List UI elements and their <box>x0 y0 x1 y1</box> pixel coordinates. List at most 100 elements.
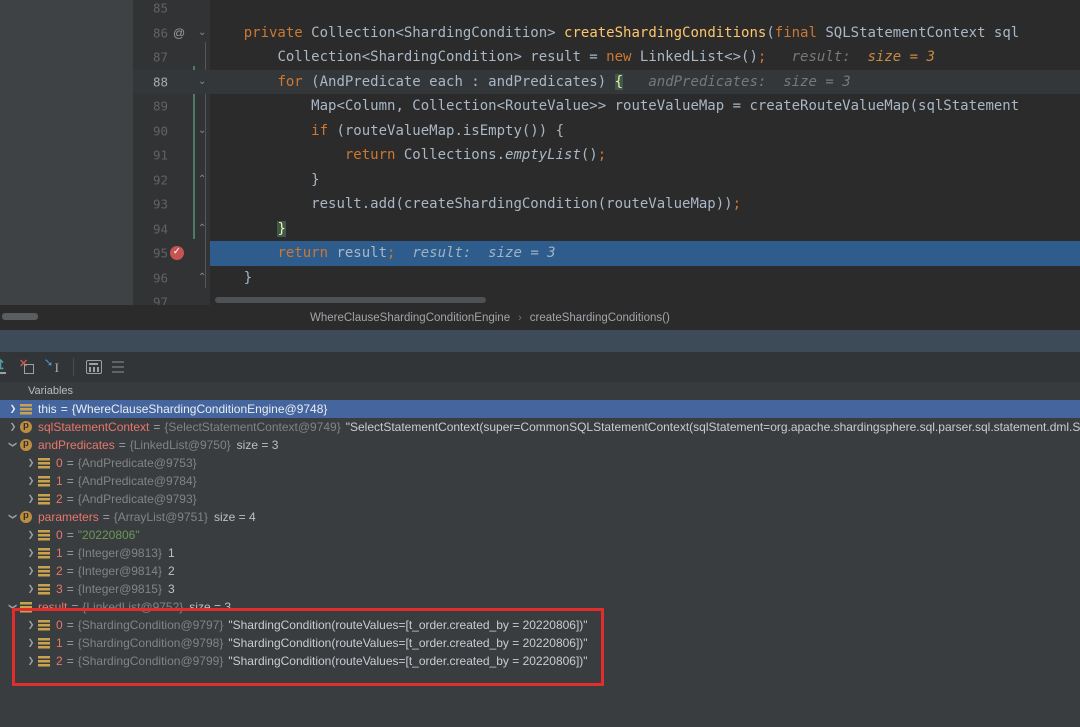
object-reference: {Integer@9815} <box>77 582 162 596</box>
code-line[interactable]: 92 ⌃ } <box>133 168 1080 193</box>
line-number[interactable]: 86 <box>153 25 168 40</box>
fold-end-icon[interactable]: ⌃ <box>198 174 206 185</box>
primitive-value: 2 <box>167 564 175 578</box>
fold-collapse-icon[interactable]: ⌄ <box>198 27 206 38</box>
gutter-cell[interactable]: 89 <box>133 94 210 119</box>
line-number[interactable]: 89 <box>153 99 168 114</box>
code-text[interactable]: return result; result: size = 3 <box>210 241 1080 266</box>
code-text[interactable]: } <box>210 217 1080 242</box>
object-reference: {AndPredicate@9784} <box>77 474 197 488</box>
gutter-cell[interactable]: 96 ⌃ <box>133 266 210 291</box>
chevron-right-icon[interactable]: ❯ <box>24 548 38 557</box>
code-token: return <box>344 147 396 164</box>
variable-row[interactable]: ❯ 0 = "20220806" <box>0 526 1080 544</box>
variable-row[interactable]: ❯ 1 = {AndPredicate@9784} <box>0 472 1080 490</box>
variable-row[interactable]: ❯ 2 = {Integer@9814} 2 <box>0 562 1080 580</box>
object-reference: {AndPredicate@9753} <box>77 456 197 470</box>
code-line[interactable]: 95 return result; result: size = 3 <box>133 241 1080 266</box>
variable-row[interactable]: ❯ 3 = {Integer@9815} 3 <box>0 580 1080 598</box>
gutter-cell[interactable]: 97 <box>133 290 210 305</box>
line-number[interactable]: 95 <box>153 246 168 261</box>
line-number[interactable]: 92 <box>153 172 168 187</box>
gutter-cell[interactable]: 91 <box>133 143 210 168</box>
gutter-cell[interactable]: 95 <box>133 241 210 266</box>
chevron-right-icon[interactable]: ❯ <box>24 458 38 467</box>
gutter-cell[interactable]: 92 ⌃ <box>133 168 210 193</box>
line-number[interactable]: 94 <box>153 221 168 236</box>
code-line[interactable]: 90 ⌄ if (routeValueMap.isEmpty()) { <box>133 119 1080 144</box>
code-text[interactable]: } <box>210 168 1080 193</box>
chevron-right-icon[interactable]: ❯ <box>24 494 38 503</box>
line-number[interactable]: 97 <box>153 295 168 305</box>
code-line[interactable]: 91 return Collections. emptyList(); <box>133 143 1080 168</box>
gutter-cell[interactable]: 88 ⌄ <box>133 70 210 95</box>
chevron-right-icon[interactable]: ❯ <box>24 530 38 539</box>
code-text[interactable]: Collection<ShardingCondition> result = n… <box>210 45 1080 70</box>
code-text[interactable]: for (AndPredicate each : andPredicates) … <box>210 70 1080 95</box>
chevron-right-icon[interactable]: ❯ <box>6 404 20 413</box>
code-line[interactable]: 94 ⌃ } <box>133 217 1080 242</box>
line-number[interactable]: 96 <box>153 270 168 285</box>
gutter-cell[interactable]: 94 ⌃ <box>133 217 210 242</box>
chevron-right-icon[interactable]: ❯ <box>6 422 20 431</box>
gutter-cell[interactable]: 90 ⌄ <box>133 119 210 144</box>
line-number[interactable]: 90 <box>153 123 168 138</box>
code-token: result: <box>766 49 868 66</box>
breadcrumb-method[interactable]: createShardingConditions() <box>530 312 670 324</box>
code-editor[interactable]: 85 86 @ ⌄ private Collection<ShardingCondit… <box>133 0 1080 305</box>
code-text[interactable]: Map<Column, Collection<RouteValue>> rout… <box>210 94 1080 119</box>
variable-row[interactable]: ❯ parameters={ArrayList@9751} size = 4 <box>0 508 1080 526</box>
panel-splitter[interactable] <box>0 330 1080 352</box>
line-number[interactable]: 85 <box>153 1 168 16</box>
code-text[interactable]: result.add(createShardingCondition(route… <box>210 192 1080 217</box>
gutter-cell[interactable]: 85 <box>133 0 210 21</box>
run-to-cursor-icon[interactable] <box>44 356 61 376</box>
annotation-gutter-icon[interactable]: @ <box>173 26 185 40</box>
code-line[interactable]: 85 <box>133 0 1080 21</box>
fold-collapse-icon[interactable]: ⌄ <box>198 125 206 136</box>
code-line[interactable]: 87 Collection<ShardingCondition> result … <box>133 45 1080 70</box>
chevron-down-icon[interactable]: ❯ <box>9 509 18 523</box>
code-text[interactable]: if (routeValueMap.isEmpty()) { <box>210 119 1080 144</box>
step-out-icon[interactable] <box>0 357 9 375</box>
code-line[interactable]: 89 Map<Column, Collection<RouteValue>> r… <box>133 94 1080 119</box>
code-line[interactable]: 86 @ ⌄ private Collection<ShardingConditio… <box>133 21 1080 46</box>
line-number[interactable]: 87 <box>153 50 168 65</box>
project-panel-scrollbar-thumb[interactable] <box>2 313 38 320</box>
line-number[interactable]: 91 <box>153 148 168 163</box>
variable-name: this <box>38 402 57 416</box>
fold-end-icon[interactable]: ⌃ <box>198 223 206 234</box>
code-text[interactable]: return Collections. emptyList(); <box>210 143 1080 168</box>
breadcrumb-class[interactable]: WhereClauseShardingConditionEngine <box>310 312 510 324</box>
chevron-right-icon[interactable]: ❯ <box>24 476 38 485</box>
evaluate-expression-icon[interactable] <box>86 360 102 374</box>
chevron-right-icon[interactable]: ❯ <box>24 584 38 593</box>
code-text[interactable] <box>210 0 1080 21</box>
variable-row[interactable]: ❯ this = {WhereClauseShardingConditionEngin… <box>0 400 1080 418</box>
gutter-cell[interactable]: 87 <box>133 45 210 70</box>
variable-row[interactable]: ❯ 1 = {Integer@9813} 1 <box>0 544 1080 562</box>
code-line[interactable]: 88 ⌄ for (AndPredicate each : andPredicat… <box>133 69 1080 95</box>
code-line[interactable]: 93 result.add(createShardingCondition(ro… <box>133 192 1080 217</box>
code-line[interactable]: 96 ⌃ } <box>133 266 1080 291</box>
variable-row[interactable]: ❯ 2 = {AndPredicate@9793} <box>0 490 1080 508</box>
variable-row[interactable]: ❯ sqlStatementContext={SelectStatementCon… <box>0 418 1080 436</box>
drop-frame-icon[interactable] <box>19 357 35 375</box>
variable-row[interactable]: ❯ andPredicates={LinkedList@9750} size = 3 <box>0 436 1080 454</box>
gutter-cell[interactable]: 86 @ ⌄ <box>133 21 210 46</box>
variable-row[interactable]: ❯ 0 = {AndPredicate@9753} <box>0 454 1080 472</box>
editor-horizontal-scrollbar-thumb[interactable] <box>215 297 486 303</box>
line-number[interactable]: 88 <box>153 74 168 89</box>
fold-end-icon[interactable]: ⌃ <box>198 272 206 283</box>
variables-label: Variables <box>28 385 74 397</box>
gutter-cell[interactable]: 93 <box>133 192 210 217</box>
line-number[interactable]: 93 <box>153 197 168 212</box>
chevron-right-icon[interactable]: ❯ <box>24 566 38 575</box>
breakpoint-icon[interactable] <box>170 246 184 261</box>
code-text[interactable]: } <box>210 266 1080 291</box>
fold-collapse-icon[interactable]: ⌄ <box>198 76 206 87</box>
layout-settings-icon[interactable] <box>112 359 128 375</box>
code-text[interactable]: private Collection<ShardingCondition> cr… <box>210 21 1080 46</box>
project-panel <box>0 0 133 305</box>
chevron-down-icon[interactable]: ❯ <box>9 437 18 451</box>
